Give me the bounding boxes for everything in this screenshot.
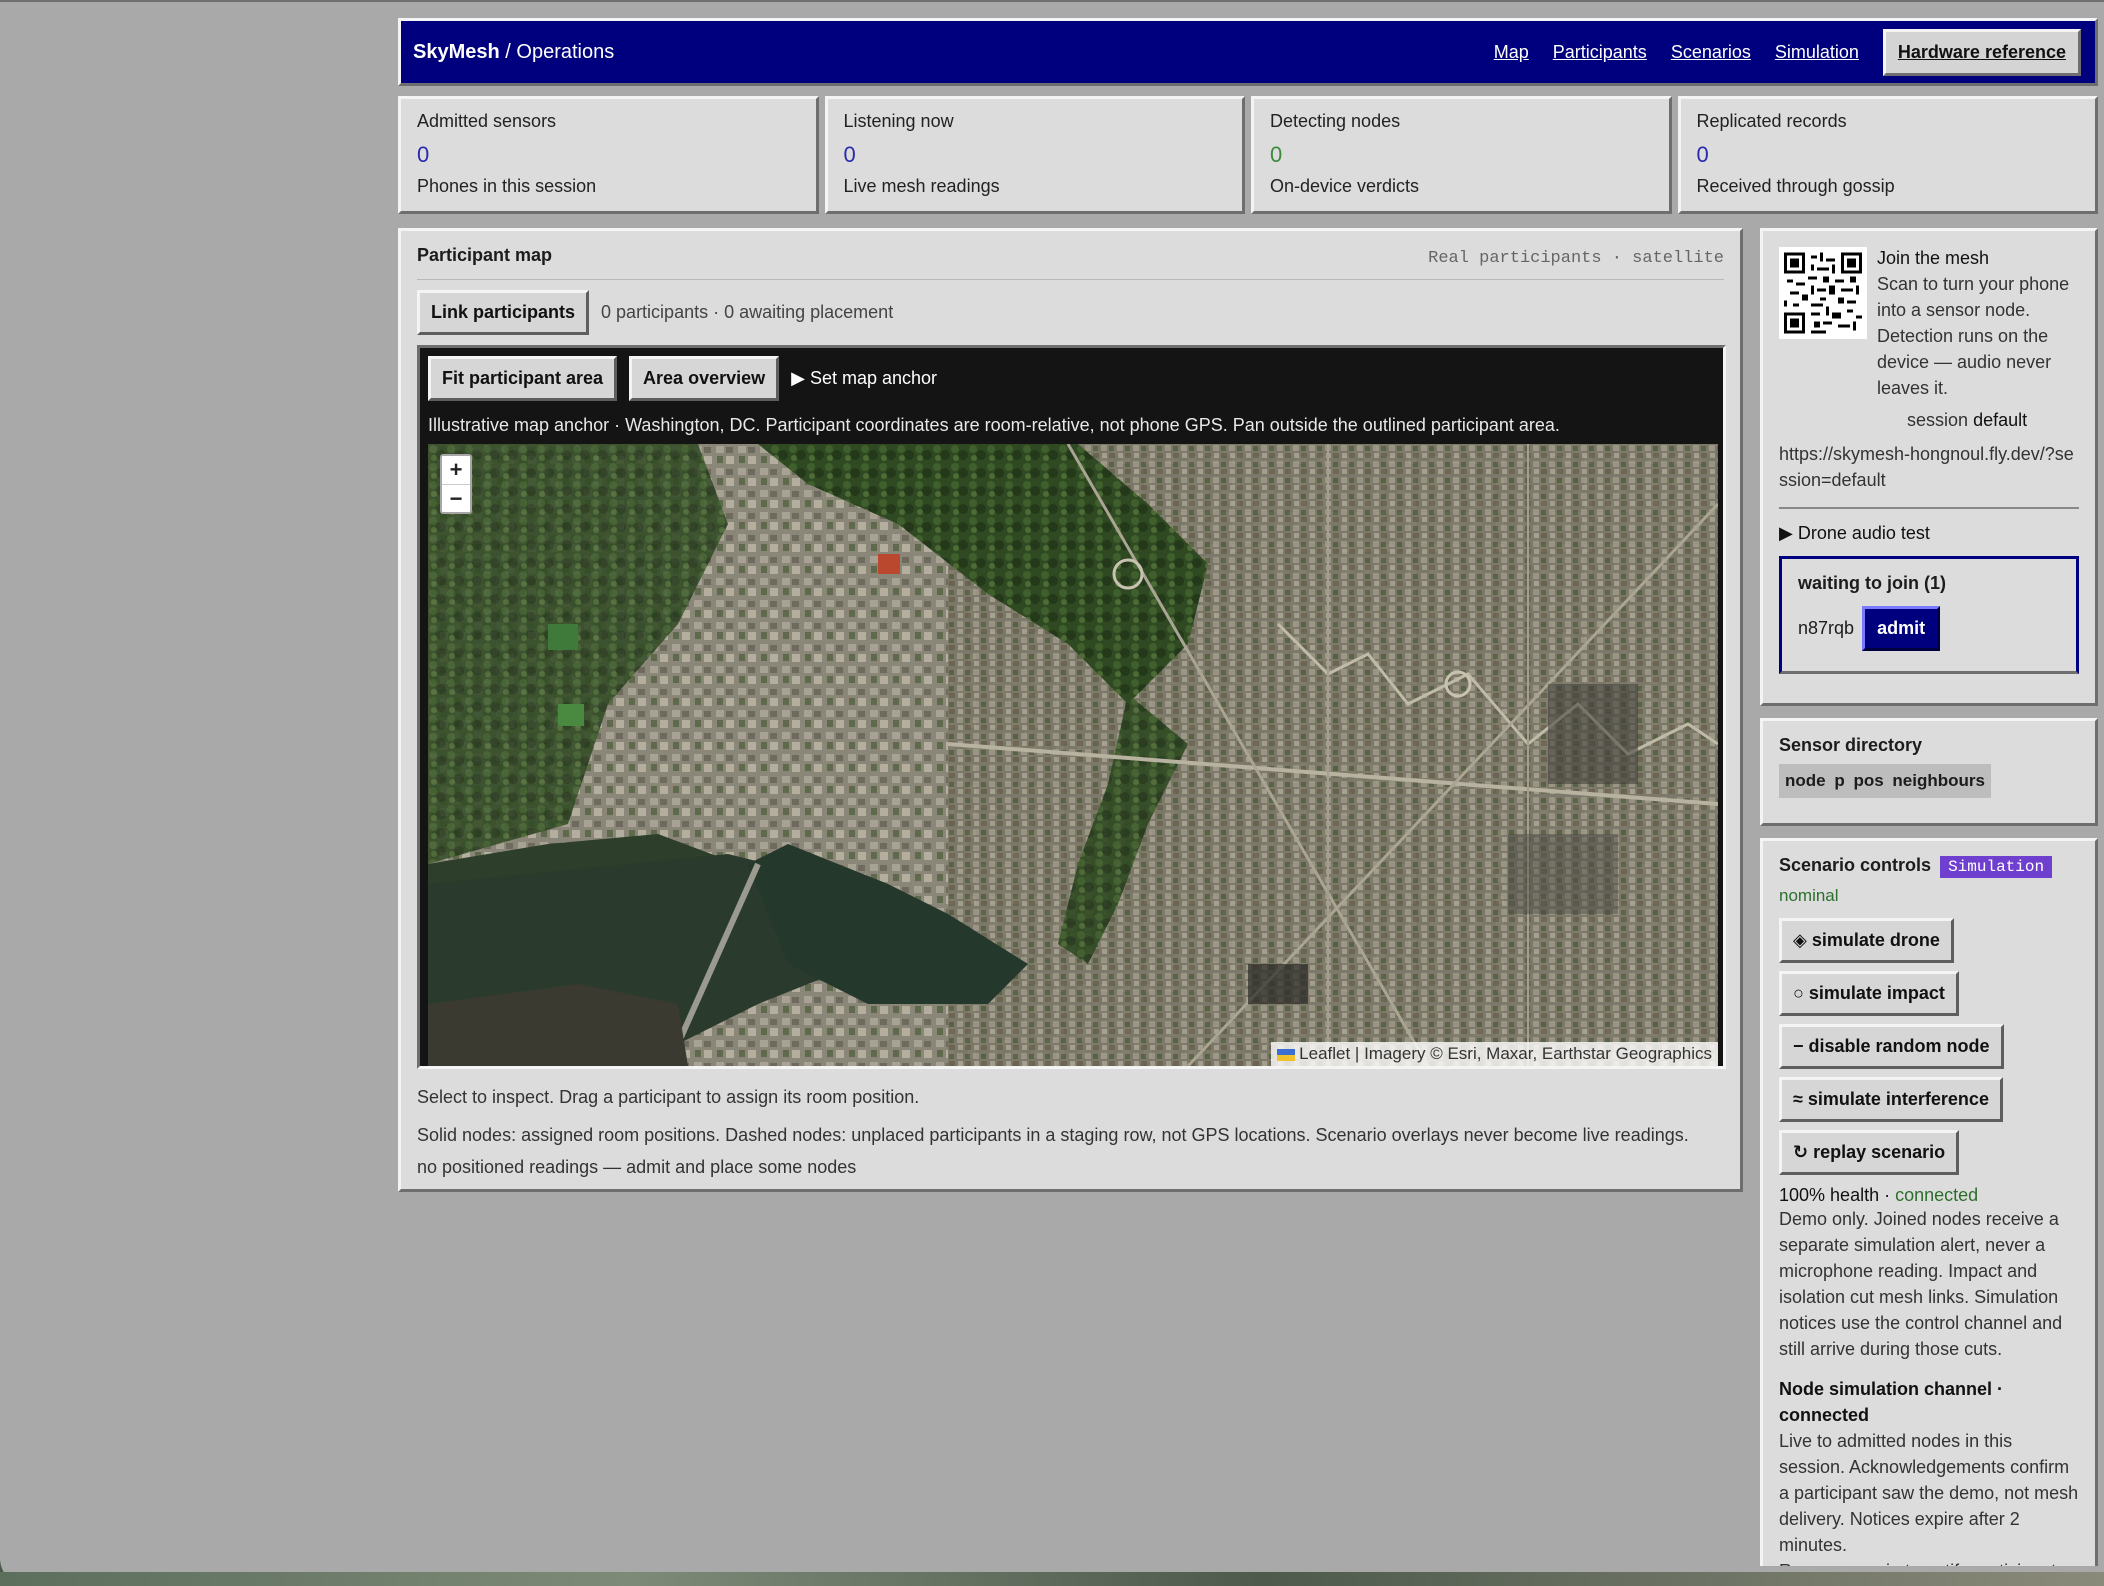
waiting-title: waiting to join (1) xyxy=(1798,573,1946,593)
map-footnote-legend: Solid nodes: assigned room positions. Da… xyxy=(417,1125,1689,1145)
join-description: Scan to turn your phone into a sensor no… xyxy=(1877,274,2070,398)
sensor-directory-panel: Sensor directory node p pos neighbours xyxy=(1760,718,2098,826)
demo-note: Demo only. Joined nodes receive a separa… xyxy=(1779,1209,2063,1359)
connection-state: connected xyxy=(1895,1185,1979,1205)
admit-button[interactable]: admit xyxy=(1862,606,1941,651)
leaflet-link[interactable]: Leaflet xyxy=(1299,1044,1350,1063)
fit-participant-area-button[interactable]: Fit participant area xyxy=(428,356,618,401)
nav-link-scenarios[interactable]: Scenarios xyxy=(1671,42,1751,63)
join-text: Join the mesh Scan to turn your phone in… xyxy=(1877,245,2079,433)
stat-card-listening: Listening now 0 Live mesh readings xyxy=(824,96,1245,214)
stat-value: 0 xyxy=(843,142,856,167)
simulate-interference-button[interactable]: ≈ simulate interference xyxy=(1779,1077,2003,1122)
waiting-to-join-box: waiting to join (1) n87rqb admit xyxy=(1779,556,2079,674)
stat-label: Admitted sensors xyxy=(417,111,557,131)
imagery-credit: | Imagery © Esri, Maxar, Earthstar Geogr… xyxy=(1350,1044,1712,1063)
desktop-ground xyxy=(0,1572,2104,1586)
drone-audio-test-toggle[interactable]: ▶ Drone audio test xyxy=(1779,523,2079,544)
stat-sub: On-device verdicts xyxy=(1270,176,1420,196)
replay-scenario-button[interactable]: ↻ replay scenario xyxy=(1779,1130,1960,1175)
scenario-controls-panel: Scenario controls Simulation nominal ◈ s… xyxy=(1760,838,2098,1566)
header-bar: SkyMesh / Operations Map Participants Sc… xyxy=(398,18,2098,86)
simulate-drone-button[interactable]: ◈ simulate drone xyxy=(1779,918,1954,963)
stat-card-replicated: Replicated records 0 Received through go… xyxy=(1677,96,2098,214)
stat-sub: Received through gossip xyxy=(1696,176,1895,196)
join-title: Join the mesh xyxy=(1877,248,1990,268)
link-participants-button[interactable]: Link participants xyxy=(417,290,590,335)
health-percent: 100% xyxy=(1779,1185,1826,1205)
qr-code-image xyxy=(1784,252,1862,334)
brand-name: SkyMesh xyxy=(413,40,500,63)
panel-title: Sensor directory xyxy=(1779,735,1923,755)
session-label: session xyxy=(1907,410,1974,430)
participant-counts: 0 participants · 0 awaiting placement xyxy=(601,302,894,322)
nav-link-simulation[interactable]: Simulation xyxy=(1775,42,1859,63)
nav-link-map[interactable]: Map xyxy=(1494,42,1529,63)
stats-row: Admitted sensors 0 Phones in this sessio… xyxy=(398,96,2098,214)
map-footnote-status: no positioned readings — admit and place… xyxy=(417,1157,857,1177)
stat-label: Listening now xyxy=(843,111,954,131)
session-value: default xyxy=(1973,410,2028,430)
channel-description: Live to admitted nodes in this session. … xyxy=(1779,1431,2079,1555)
map-attribution: Leaflet | Imagery © Esri, Maxar, Earthst… xyxy=(1271,1042,1718,1066)
drone-audio-test-label: Drone audio test xyxy=(1797,523,1930,543)
brand: SkyMesh / Operations xyxy=(413,41,614,64)
set-map-anchor-toggle[interactable]: ▶ Set map anchor xyxy=(791,368,937,389)
qr-code xyxy=(1779,247,1867,339)
map-footnote-inspect: Select to inspect. Drag a participant to… xyxy=(417,1087,920,1107)
directory-columns: node p pos neighbours xyxy=(1779,764,1991,798)
satellite-map[interactable]: + − Leaflet | Imagery © Esri, Maxar, Ear… xyxy=(428,444,1718,1066)
join-panel: Join the mesh Scan to turn your phone in… xyxy=(1760,228,2098,706)
brand-section: Operations xyxy=(516,40,615,63)
simulation-badge: Simulation xyxy=(1940,856,2053,878)
brand-separator: / xyxy=(499,40,517,63)
map-tagline: Real participants · satellite xyxy=(1428,249,1724,268)
satellite-imagery xyxy=(428,444,1718,1066)
disable-random-node-button[interactable]: − disable random node xyxy=(1779,1024,2004,1069)
zoom-control: + − xyxy=(440,454,472,514)
stat-value: 0 xyxy=(1270,142,1283,167)
nav-link-hardware-reference[interactable]: Hardware reference xyxy=(1882,28,2081,76)
set-map-anchor-label: Set map anchor xyxy=(809,368,938,388)
stat-label: Detecting nodes xyxy=(1270,111,1401,131)
app-window: SkyMesh / Operations Map Participants Sc… xyxy=(398,18,2098,1566)
simulate-impact-button[interactable]: ○ simulate impact xyxy=(1779,971,1959,1016)
participant-map-panel: Participant map Real participants · sate… xyxy=(398,228,1743,1192)
area-overview-button[interactable]: Area overview xyxy=(629,356,780,401)
run-scenario-note: Run a scenario to notify participants. xyxy=(1779,1558,2079,1566)
stat-card-detecting: Detecting nodes 0 On-device verdicts xyxy=(1251,96,1672,214)
panel-title: Scenario controls xyxy=(1779,855,1932,875)
scenario-status: nominal xyxy=(1779,886,1839,905)
divider xyxy=(1779,507,2079,509)
health-status: 100% health · connected xyxy=(1779,1185,2079,1206)
waiting-node-id: n87rqb xyxy=(1798,618,1855,638)
stat-value: 0 xyxy=(1696,142,1709,167)
stat-card-admitted: Admitted sensors 0 Phones in this sessio… xyxy=(398,96,819,214)
stat-sub: Live mesh readings xyxy=(843,176,1000,196)
ukraine-flag-icon xyxy=(1277,1048,1296,1061)
zoom-out-button[interactable]: − xyxy=(442,484,470,512)
divider xyxy=(417,279,1724,280)
channel-title: Node simulation channel · connected xyxy=(1779,1379,2004,1425)
stat-label: Replicated records xyxy=(1696,111,1847,131)
map-anchor-note: Illustrative map anchor · Washington, DC… xyxy=(428,415,1560,435)
nav-link-participants[interactable]: Participants xyxy=(1553,42,1647,63)
stat-sub: Phones in this session xyxy=(417,176,597,196)
nav: Map Participants Scenarios Simulation Ha… xyxy=(1494,28,2081,76)
join-url[interactable]: https://skymesh-hongnoul.fly.dev/?sessio… xyxy=(1779,441,2079,493)
right-column: Join the mesh Scan to turn your phone in… xyxy=(1760,228,2098,1566)
zoom-in-button[interactable]: + xyxy=(442,456,470,484)
map-frame: Fit participant area Area overview ▶ Set… xyxy=(417,345,1726,1069)
stat-value: 0 xyxy=(417,142,430,167)
health-label: health · xyxy=(1825,1185,1896,1205)
